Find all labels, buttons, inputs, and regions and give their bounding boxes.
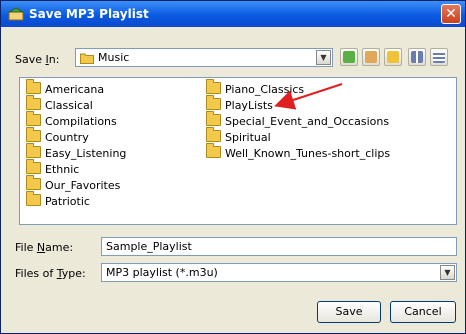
save-dialog: Save MP3 Playlist ✕ Save In: Music ▼ Ame…: [0, 0, 466, 334]
annotation-arrow: [274, 83, 343, 110]
save-in-label: Save In:: [15, 53, 59, 66]
new-folder-button[interactable]: [384, 48, 402, 66]
title-bar[interactable]: Save MP3 Playlist ✕: [1, 1, 465, 27]
file-name-label-suffix: ame:: [45, 241, 74, 254]
file-type-value: MP3 playlist (*.m3u): [106, 266, 218, 279]
app-icon: [8, 7, 24, 21]
details-view-button[interactable]: [430, 48, 448, 66]
file-name-label: File Name:: [15, 241, 73, 254]
file-list[interactable]: Americana Classical Compilations Country…: [19, 77, 457, 225]
list-view-button[interactable]: [408, 48, 426, 66]
save-button[interactable]: Save: [317, 301, 381, 323]
file-type-label-prefix: Files of: [15, 267, 57, 280]
chevron-down-icon[interactable]: ▼: [316, 50, 331, 65]
desktop-icon: [365, 51, 377, 63]
chevron-down-icon[interactable]: ▼: [440, 265, 455, 280]
save-in-label-suffix: n:: [48, 53, 60, 66]
window-title: Save MP3 Playlist: [29, 7, 149, 21]
list-view-icon: [411, 51, 423, 63]
new-folder-icon: [387, 51, 399, 63]
close-icon: ✕: [445, 6, 457, 22]
close-button[interactable]: ✕: [441, 4, 461, 24]
file-name-label-accel: N: [36, 241, 46, 254]
file-name-label-prefix: File: [15, 241, 37, 254]
cancel-button[interactable]: Cancel: [390, 301, 456, 323]
file-type-label: Files of Type:: [15, 267, 86, 280]
folder-icon: [80, 53, 94, 64]
file-type-label-suffix: ype:: [61, 267, 86, 280]
file-name-input[interactable]: Sample_Playlist: [101, 237, 457, 256]
save-in-dropdown[interactable]: Music ▼: [75, 48, 333, 67]
file-type-dropdown[interactable]: MP3 playlist (*.m3u) ▼: [101, 263, 457, 282]
up-folder-icon: [343, 51, 355, 63]
save-in-value: Music: [98, 51, 130, 64]
details-view-icon: [433, 51, 445, 63]
save-in-label-prefix: Save: [15, 53, 46, 66]
up-folder-button[interactable]: [340, 48, 358, 66]
desktop-button[interactable]: [362, 48, 380, 66]
